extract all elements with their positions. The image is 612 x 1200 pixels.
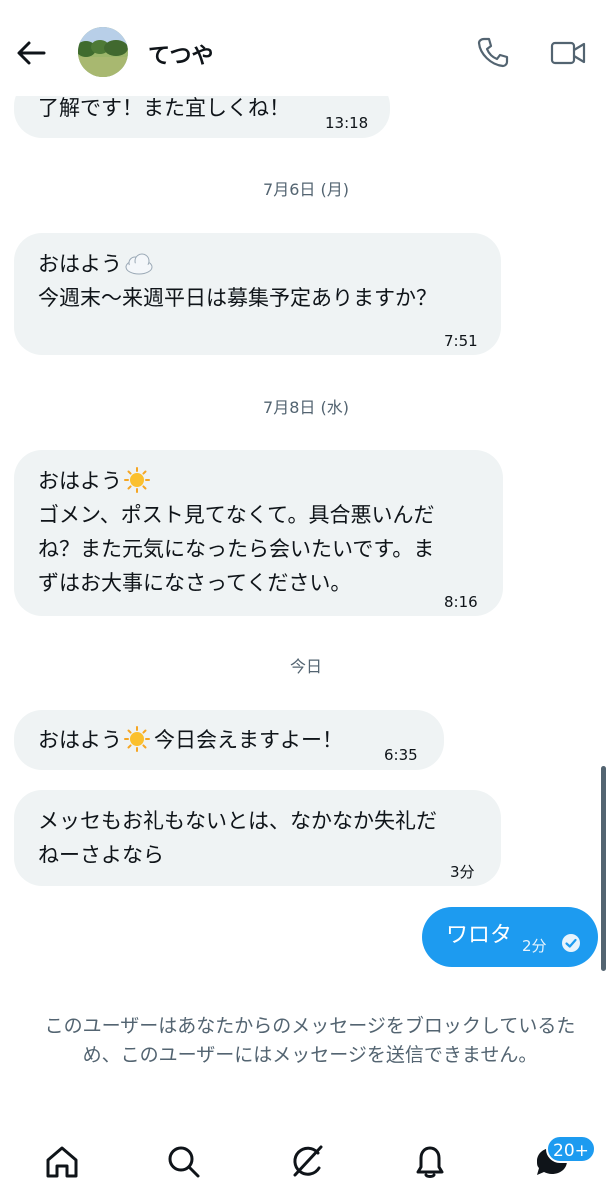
notifications-icon[interactable] [410, 1142, 450, 1182]
search-icon[interactable] [164, 1142, 204, 1182]
read-check-icon [562, 934, 580, 952]
own-message-bubble[interactable]: ワロタ 2分 [422, 907, 598, 967]
message-time: 8:16 [444, 593, 478, 611]
video-camera-icon[interactable] [550, 37, 586, 69]
message-bubble[interactable]: おはよう 今日会えますよー！ 6:35 [14, 710, 444, 770]
conversation-header: てつや [0, 0, 612, 96]
message-time: 3分 [450, 863, 475, 881]
message-text: おはよう [38, 252, 122, 276]
message-text: 今週末〜来週平日は募集予定ありますか？ [38, 286, 437, 310]
messages-unread-badge: 20+ [546, 1135, 596, 1163]
date-separator: 7月6日 (月) [263, 180, 349, 199]
message-time: 13:18 [325, 114, 369, 132]
own-message-text: ワロタ [446, 923, 513, 948]
message-text: おはよう [38, 728, 122, 752]
phone-icon[interactable] [476, 35, 510, 69]
sun-emoji-icon [124, 467, 150, 493]
date-separator: 7月8日 (水) [263, 398, 349, 417]
bottom-navigation [0, 1128, 612, 1200]
sun-emoji-icon [124, 726, 150, 752]
avatar-image [78, 27, 128, 77]
message-bubble[interactable]: おはよう ゴメン、ポスト見てなくて。具合悪いんだ ね？また元気になったら会いたい… [14, 450, 503, 616]
contact-name[interactable]: てつや [148, 38, 214, 70]
message-text: 今日会えますよー！ [154, 728, 343, 752]
home-icon[interactable] [42, 1142, 82, 1182]
message-bubble[interactable]: おはよう 今週末〜来週平日は募集予定ありますか？ 7:51 [14, 233, 501, 355]
cloud-emoji-icon [125, 253, 153, 275]
message-text: 了解です！また宜しくね！ [38, 96, 290, 120]
avatar[interactable] [78, 27, 128, 77]
block-notice: このユーザーはあなたからのメッセージをブロックしているため、このユーザーにはメッ… [44, 1015, 576, 1066]
message-bubble[interactable]: メッセもお礼もないとは、なかなか失礼だ ねーさよなら 3分 [14, 790, 501, 886]
back-arrow-icon[interactable] [14, 36, 48, 70]
scrollbar[interactable] [601, 766, 606, 971]
own-message-time: 2分 [522, 937, 547, 955]
message-text: ゴメン、ポスト見てなくて。具合悪いんだ ね？また元気になったら会いたいです。ま … [38, 503, 435, 595]
message-time: 7:51 [444, 332, 478, 350]
message-text: メッセもお礼もないとは、なかなか失礼だ ねーさよなら [38, 809, 437, 867]
date-separator: 今日 [289, 657, 322, 676]
message-time: 6:35 [384, 746, 418, 764]
grok-icon[interactable] [287, 1142, 327, 1182]
message-text: おはよう [38, 469, 122, 493]
